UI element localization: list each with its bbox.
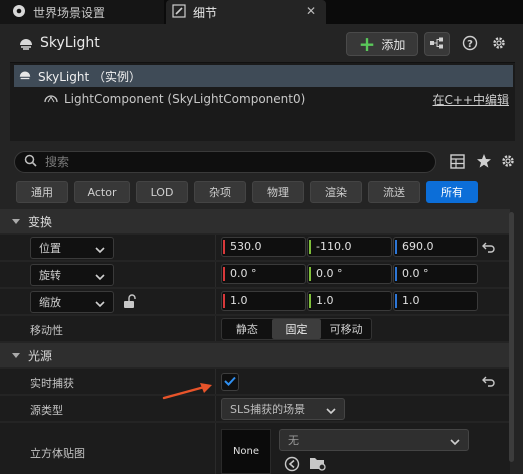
mobility-option-movable[interactable]: 可移动 (321, 319, 371, 339)
property-row-location: 位置 530.0 -110.0 690.0 (0, 235, 510, 261)
filter-tab-actor[interactable]: Actor (74, 181, 130, 203)
filter-tab-misc[interactable]: 杂项 (194, 181, 246, 203)
search-icon (24, 154, 37, 170)
section-title: 光源 (28, 348, 53, 363)
location-y-field[interactable]: -110.0 (307, 237, 392, 257)
unlock-icon[interactable] (123, 294, 137, 312)
dropdown-value: 无 (288, 434, 299, 447)
gear-icon (491, 35, 507, 54)
details-scrollbar[interactable] (509, 212, 514, 462)
scale-mode-dropdown[interactable]: 缩放 (30, 291, 114, 313)
chevron-down-icon (95, 298, 105, 311)
dropdown-value: SLS捕获的场景 (230, 403, 306, 416)
annotation-arrow-icon (162, 383, 212, 400)
collapse-caret-icon (12, 352, 20, 358)
skylight-icon (18, 35, 34, 54)
table-view-icon[interactable] (450, 154, 465, 172)
tree-item-label: SkyLight （实例） (38, 69, 142, 84)
chevron-down-icon (450, 436, 460, 449)
dropdown-label: 位置 (39, 242, 61, 255)
add-label: 添加 (381, 37, 406, 52)
checkmark-icon (224, 376, 236, 389)
tab-bar: 世界场景设置 细节 ✕ (0, 0, 523, 24)
realtime-capture-checkbox[interactable] (221, 373, 239, 391)
tree-item-label: LightComponent (SkyLightComponent0) (64, 92, 306, 106)
edit-in-cpp-link[interactable]: 在C++中编辑 (433, 91, 510, 108)
filter-tab-general[interactable]: 通用 (16, 181, 68, 203)
rotation-mode-dropdown[interactable]: 旋转 (30, 264, 114, 286)
chevron-down-icon (95, 244, 105, 257)
location-x-field[interactable]: 530.0 (221, 237, 306, 257)
search-box[interactable] (14, 151, 436, 173)
tab-details[interactable]: 细节 ✕ (166, 0, 326, 24)
svg-text:?: ? (467, 39, 473, 50)
source-type-dropdown[interactable]: SLS捕获的场景 (221, 398, 345, 420)
tree-item-light-component[interactable]: LightComponent (SkyLightComponent0) 在C++… (14, 88, 513, 110)
tab-label: 细节 (193, 5, 218, 20)
gear-icon[interactable] (500, 153, 516, 172)
collapse-caret-icon (12, 218, 20, 224)
property-label: 源类型 (30, 404, 63, 417)
property-row-rotation: 旋转 0.0 ° 0.0 ° 0.0 ° (0, 262, 510, 288)
filter-tabs: 通用 Actor LOD 杂项 物理 渲染 流送 所有 (16, 181, 478, 203)
property-row-scale: 缩放 1.0 1.0 1.0 (0, 289, 510, 315)
property-row-mobility: 移动性 静态 固定 可移动 (0, 316, 510, 342)
light-component-icon (44, 92, 58, 107)
chevron-down-icon (95, 271, 105, 284)
close-icon[interactable]: ✕ (306, 4, 316, 18)
rotation-z-field[interactable]: 0.0 ° (393, 264, 478, 284)
scale-x-field[interactable]: 1.0 (221, 291, 306, 311)
section-title: 变换 (28, 214, 53, 229)
section-light[interactable]: 光源 (0, 343, 510, 367)
skylight-icon (18, 68, 32, 85)
filter-tab-physics[interactable]: 物理 (252, 181, 304, 203)
mobility-option-static[interactable]: 静态 (222, 319, 272, 339)
add-component-button[interactable]: + 添加 (346, 32, 418, 56)
scale-z-field[interactable]: 1.0 (393, 291, 478, 311)
rotation-y-field[interactable]: 0.0 ° (307, 264, 392, 284)
filter-tab-rendering[interactable]: 渲染 (310, 181, 362, 203)
location-z-field[interactable]: 690.0 (393, 237, 478, 257)
use-selected-asset-icon[interactable] (284, 456, 300, 474)
cubemap-asset-dropdown[interactable]: 无 (279, 429, 469, 451)
blueprint-icon (429, 37, 445, 52)
tab-world-settings[interactable]: 世界场景设置 (0, 0, 164, 24)
rotation-x-field[interactable]: 0.0 ° (221, 264, 306, 284)
scale-y-field[interactable]: 1.0 (307, 291, 392, 311)
pencil-icon (172, 3, 186, 21)
actor-title: SkyLight (40, 35, 100, 51)
chevron-down-icon (326, 405, 336, 418)
location-mode-dropdown[interactable]: 位置 (30, 237, 114, 259)
filter-tab-lod[interactable]: LOD (136, 181, 188, 203)
settings-button[interactable] (489, 32, 509, 56)
world-settings-icon (12, 4, 26, 21)
thumbnail-label: None (232, 446, 260, 457)
dropdown-label: 缩放 (39, 296, 61, 309)
blueprint-button[interactable] (424, 32, 450, 56)
help-icon: ? (462, 35, 478, 54)
tree-item-skylight[interactable]: SkyLight （实例） (14, 65, 513, 87)
reset-to-default-icon[interactable] (482, 241, 496, 256)
filter-tab-streaming[interactable]: 流送 (368, 181, 420, 203)
tab-label: 世界场景设置 (33, 5, 106, 20)
mobility-option-stationary[interactable]: 固定 (271, 319, 322, 339)
search-input[interactable] (45, 155, 405, 169)
browse-asset-icon[interactable] (309, 455, 327, 474)
section-transform[interactable]: 变换 (0, 209, 510, 233)
dropdown-label: 旋转 (39, 269, 61, 282)
filter-tab-all[interactable]: 所有 (426, 181, 478, 203)
property-row-source-type: 源类型 SLS捕获的场景 (0, 396, 510, 422)
property-label: 实时捕获 (30, 377, 74, 390)
property-label: 移动性 (30, 324, 63, 337)
reset-to-default-icon[interactable] (482, 375, 496, 390)
cubemap-thumbnail[interactable]: None (221, 429, 271, 474)
mobility-segmented-control: 静态 固定 可移动 (221, 318, 372, 340)
plus-icon: + (358, 32, 376, 56)
favorite-star-icon[interactable] (476, 153, 492, 172)
help-button[interactable]: ? (460, 32, 480, 56)
property-row-realtime-capture: 实时捕获 (0, 369, 510, 395)
property-label: 立方体贴图 (30, 447, 85, 460)
